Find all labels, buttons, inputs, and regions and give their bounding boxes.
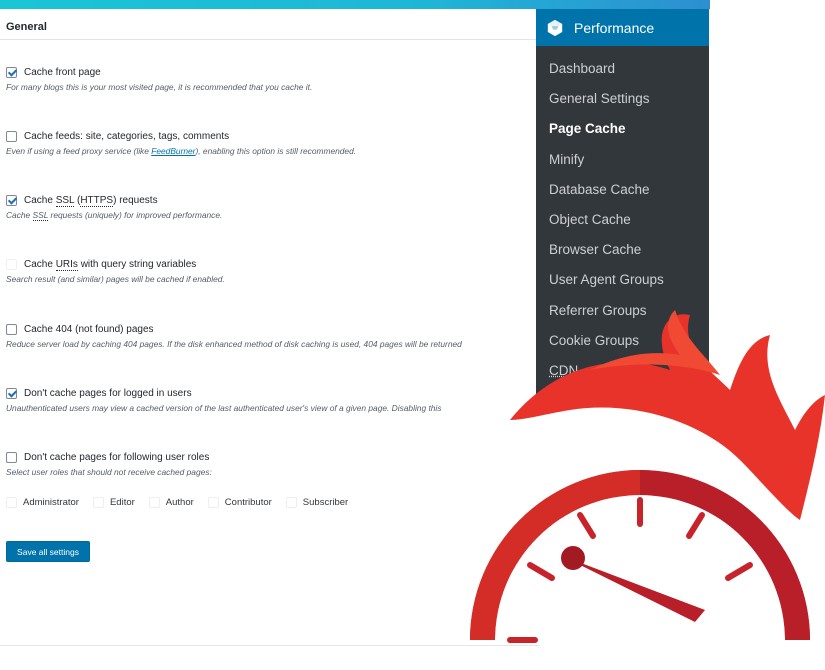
w3tc-cube-icon bbox=[547, 19, 563, 36]
label-text: with query string variables bbox=[77, 258, 197, 270]
checkbox-role-author[interactable] bbox=[148, 497, 160, 508]
checkbox-no-cache-user-roles[interactable] bbox=[6, 451, 17, 463]
option-label[interactable]: Cache 404 (not found) pages bbox=[24, 324, 154, 335]
checkbox-role-administrator[interactable] bbox=[6, 497, 17, 508]
menu-item-object-cache[interactable]: Object Cache bbox=[536, 205, 709, 235]
role-editor[interactable]: Editor bbox=[92, 497, 135, 508]
description-text: ), enabling this option is still recomme… bbox=[195, 146, 357, 156]
menu-item-browser-cache[interactable]: Browser Cache bbox=[536, 235, 709, 265]
role-author[interactable]: Author bbox=[148, 497, 194, 508]
performance-menu-header[interactable]: Performance bbox=[536, 9, 709, 46]
label-abbr-https: HTTPS bbox=[80, 194, 114, 207]
menu-item-minify[interactable]: Minify bbox=[536, 145, 709, 175]
option-cache-feeds: Cache feeds: site, categories, tags, com… bbox=[6, 129, 546, 156]
role-label: Administrator bbox=[23, 497, 79, 508]
option-description: Cache SSL requests (uniquely) for improv… bbox=[6, 210, 546, 221]
option-label[interactable]: Don't cache pages for logged in users bbox=[24, 388, 192, 399]
checkbox-cache-query-string[interactable] bbox=[6, 258, 17, 270]
menu-item-dashboard[interactable]: Dashboard bbox=[536, 54, 709, 84]
option-description: For many blogs this is your most visited… bbox=[6, 82, 313, 92]
option-cache-front-page: Cache front page For many blogs this is … bbox=[6, 65, 546, 92]
option-label[interactable]: Cache feeds: site, categories, tags, com… bbox=[24, 131, 229, 142]
checkbox-no-cache-logged-in[interactable] bbox=[6, 387, 17, 399]
option-cache-ssl: Cache SSL (HTTPS) requests Cache SSL req… bbox=[6, 193, 546, 221]
role-label: Contributor bbox=[224, 497, 272, 508]
divider bbox=[0, 39, 540, 40]
checkbox-cache-404[interactable] bbox=[6, 323, 17, 335]
role-label: Author bbox=[165, 497, 194, 508]
description-text: Cache bbox=[6, 210, 33, 220]
feedburner-link[interactable]: FeedBurner bbox=[151, 146, 195, 156]
option-label[interactable]: Cache SSL (HTTPS) requests bbox=[24, 194, 158, 207]
top-accent-bar bbox=[0, 0, 710, 9]
section-title: General bbox=[6, 21, 47, 33]
user-roles-list: Administrator Editor Author Contributor … bbox=[6, 497, 362, 508]
label-abbr-uris: URIs bbox=[55, 258, 78, 271]
checkbox-role-subscriber[interactable] bbox=[285, 497, 297, 508]
checkbox-cache-front-page[interactable] bbox=[6, 66, 17, 78]
menu-item-user-agent-groups[interactable]: User Agent Groups bbox=[536, 265, 709, 295]
save-all-settings-button[interactable]: Save all settings bbox=[6, 541, 90, 562]
description-text: Even if using a feed proxy service (like bbox=[6, 146, 152, 156]
option-label[interactable]: Cache URIs with query string variables bbox=[24, 258, 197, 271]
role-subscriber[interactable]: Subscriber bbox=[285, 497, 349, 508]
label-abbr-ssl: SSL bbox=[55, 194, 75, 207]
option-description: Search result (and similar) pages will b… bbox=[6, 274, 225, 284]
role-contributor[interactable]: Contributor bbox=[207, 497, 272, 508]
menu-item-general-settings[interactable]: General Settings bbox=[536, 84, 709, 114]
speedometer-flame-icon bbox=[470, 310, 825, 643]
label-text: Cache bbox=[24, 194, 56, 206]
checkbox-role-editor[interactable] bbox=[92, 497, 104, 508]
option-label[interactable]: Cache front page bbox=[24, 67, 101, 78]
menu-title: Performance bbox=[574, 19, 655, 36]
label-text: Cache bbox=[24, 258, 56, 270]
description-text: requests (uniquely) for improved perform… bbox=[48, 210, 223, 220]
description-abbr-ssl: SSL bbox=[32, 210, 49, 221]
role-label: Editor bbox=[109, 497, 135, 508]
option-label[interactable]: Don't cache pages for following user rol… bbox=[24, 452, 209, 463]
checkbox-cache-ssl[interactable] bbox=[6, 194, 17, 206]
checkbox-role-contributor[interactable] bbox=[207, 497, 219, 508]
menu-item-page-cache[interactable]: Page Cache bbox=[536, 114, 709, 144]
menu-item-database-cache[interactable]: Database Cache bbox=[536, 175, 709, 205]
label-text: ) requests bbox=[113, 194, 158, 206]
checkbox-cache-feeds[interactable] bbox=[6, 130, 17, 142]
option-cache-query-string: Cache URIs with query string variables S… bbox=[6, 257, 546, 284]
role-label: Subscriber bbox=[302, 497, 349, 508]
option-description: Even if using a feed proxy service (like… bbox=[6, 146, 546, 156]
role-administrator[interactable]: Administrator bbox=[6, 497, 79, 508]
